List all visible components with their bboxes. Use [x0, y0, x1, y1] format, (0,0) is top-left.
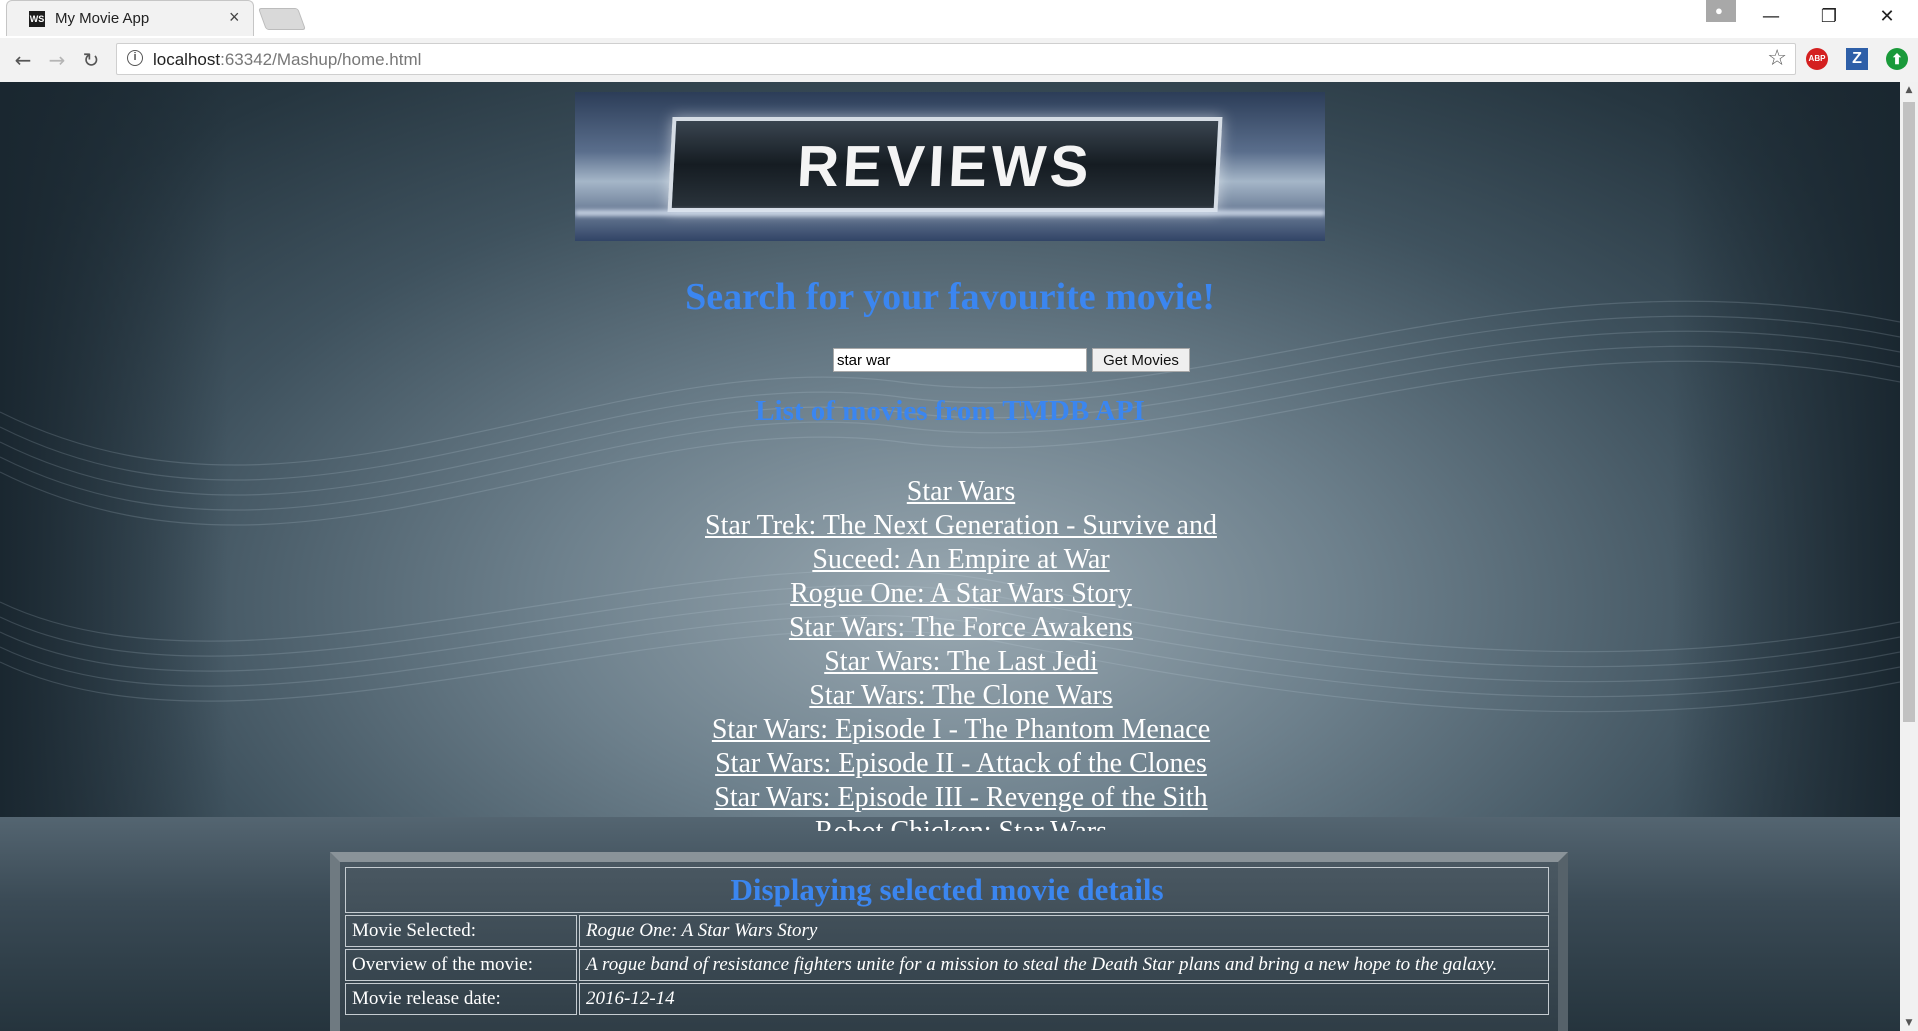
list-item: Star Wars: The Force Awakens — [683, 611, 1239, 645]
list-item: Star Wars: Episode II - Attack of the Cl… — [683, 747, 1239, 781]
list-item: Star Wars: Episode I - The Phantom Menac… — [683, 713, 1239, 747]
movie-list: Star Wars Star Trek: The Next Generation… — [683, 475, 1239, 831]
minimize-button[interactable]: — — [1746, 2, 1796, 32]
green-extension-icon[interactable]: ⬆ — [1886, 48, 1908, 70]
table-row: Displaying selected movie details — [345, 867, 1549, 913]
movie-details-table: Displaying selected movie details Movie … — [343, 865, 1551, 1017]
movie-link[interactable]: Star Wars: The Force Awakens — [789, 612, 1133, 643]
page-scrollbar[interactable]: ▲ ▼ — [1900, 82, 1918, 1031]
movie-list-heading: List of movies from TMDB API — [755, 395, 1145, 427]
info-icon[interactable]: i — [127, 50, 143, 66]
webstorm-icon: WS — [29, 11, 45, 27]
banner-plate: REVIEWS — [667, 117, 1223, 212]
detail-label: Movie Selected: — [345, 915, 577, 947]
table-row: Movie Selected: Rogue One: A Star Wars S… — [345, 915, 1549, 947]
browser-chrome: WS My Movie App × ● — ❐ ✕ ← → ↻ i localh… — [0, 0, 1918, 82]
get-movies-button[interactable]: Get Movies — [1092, 348, 1190, 372]
detail-value: 2016-12-14 — [579, 983, 1549, 1015]
person-icon: ● — [1715, 3, 1723, 18]
detail-value: Rogue One: A Star Wars Story — [579, 915, 1549, 947]
close-window-button[interactable]: ✕ — [1862, 2, 1912, 32]
movie-link[interactable]: Robot Chicken: Star Wars — [815, 816, 1107, 831]
movie-link[interactable]: Star Wars: Episode III - Revenge of the … — [714, 782, 1207, 813]
tab-title: My Movie App — [55, 10, 150, 27]
movie-details-panel: Displaying selected movie details Movie … — [330, 852, 1568, 1031]
url-text[interactable]: localhost:63342/Mashup/home.html — [153, 50, 421, 70]
details-heading: Displaying selected movie details — [345, 867, 1549, 913]
reload-button[interactable]: ↻ — [78, 48, 104, 74]
list-item: Star Trek: The Next Generation - Survive… — [683, 509, 1239, 577]
movie-search-input[interactable] — [833, 348, 1087, 372]
page-scroll-up-icon[interactable]: ▲ — [1900, 82, 1918, 98]
browser-toolbar: ← → ↻ i localhost:63342/Mashup/home.html… — [0, 38, 1918, 82]
search-heading: Search for your favourite movie! — [685, 276, 1215, 318]
page-scroll-thumb[interactable] — [1903, 102, 1915, 722]
restore-button[interactable]: ❐ — [1804, 2, 1854, 32]
address-bar[interactable]: i localhost:63342/Mashup/home.html ☆ — [116, 43, 1796, 75]
movie-link[interactable]: Star Wars: The Last Jedi — [824, 646, 1098, 677]
tab-strip: WS My Movie App × ● — ❐ ✕ — [0, 0, 1918, 38]
table-row: Movie release date: 2016-12-14 — [345, 983, 1549, 1015]
movie-link[interactable]: Rogue One: A Star Wars Story — [790, 578, 1132, 609]
zotero-icon[interactable]: Z — [1846, 48, 1868, 70]
tab-my-movie-app[interactable]: WS My Movie App × — [6, 0, 254, 36]
detail-label: Overview of the movie: — [345, 949, 577, 981]
movie-link[interactable]: Star Wars — [907, 476, 1015, 507]
page-scroll-down-icon[interactable]: ▼ — [1900, 1015, 1918, 1031]
banner-light-streak — [575, 210, 1325, 216]
reviews-banner: REVIEWS — [575, 92, 1325, 241]
detail-label: Movie release date: — [345, 983, 577, 1015]
movie-link[interactable]: Star Wars: The Clone Wars — [809, 680, 1112, 711]
list-item: Robot Chicken: Star Wars — [683, 815, 1239, 831]
new-tab-button[interactable] — [257, 8, 307, 30]
list-item: Rogue One: A Star Wars Story — [683, 577, 1239, 611]
forward-button[interactable]: → — [44, 48, 70, 74]
back-button[interactable]: ← — [10, 48, 36, 74]
list-item: Star Wars: The Clone Wars — [683, 679, 1239, 713]
movie-link[interactable]: Star Wars: Episode I - The Phantom Menac… — [712, 714, 1210, 745]
url-path: :63342/Mashup/home.html — [220, 50, 422, 69]
list-item: Star Wars: The Last Jedi — [683, 645, 1239, 679]
page-viewport: REVIEWS Search for your favourite movie!… — [0, 82, 1900, 1031]
movie-list-box[interactable]: Star Wars Star Trek: The Next Generation… — [683, 457, 1259, 831]
movie-link[interactable]: Star Wars: Episode II - Attack of the Cl… — [715, 748, 1207, 779]
bookmark-star-icon[interactable]: ☆ — [1767, 46, 1787, 71]
adblock-plus-icon[interactable]: ABP — [1806, 48, 1828, 70]
movie-link[interactable]: Star Trek: The Next Generation - Survive… — [705, 510, 1217, 575]
detail-value: A rogue band of resistance fighters unit… — [579, 949, 1549, 981]
tab-close-icon[interactable]: × — [229, 7, 240, 28]
url-host: localhost — [153, 50, 221, 69]
list-item: Star Wars: Episode III - Revenge of the … — [683, 781, 1239, 815]
list-item: Star Wars — [683, 475, 1239, 509]
banner-text: REVIEWS — [795, 134, 1095, 199]
table-row: Overview of the movie: A rogue band of r… — [345, 949, 1549, 981]
profile-button[interactable]: ● — [1706, 0, 1736, 22]
